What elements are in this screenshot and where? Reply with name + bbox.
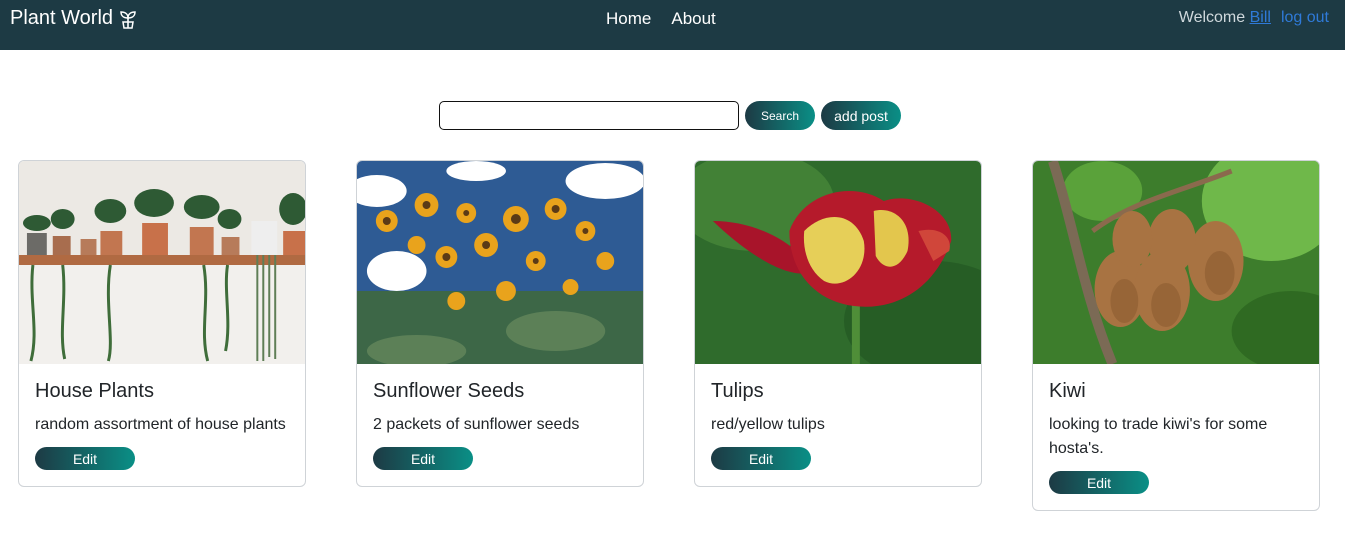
search-button[interactable]: Search xyxy=(745,101,815,130)
post-card-sunflower-seeds: Sunflower Seeds 2 packets of sunflower s… xyxy=(356,160,644,487)
post-card-kiwi: Kiwi looking to trade kiwi's for some ho… xyxy=(1032,160,1320,511)
card-text: 2 packets of sunflower seeds xyxy=(373,416,580,433)
post-card-house-plants: House Plants random assortment of house … xyxy=(18,160,306,487)
post-card-tulips: Tulips red/yellow tulips Edit xyxy=(694,160,982,487)
brand[interactable]: Plant World xyxy=(10,7,137,30)
nav-links: Home About xyxy=(606,9,716,29)
edit-button[interactable]: Edit xyxy=(373,447,473,470)
card-body: Sunflower Seeds 2 packets of sunflower s… xyxy=(357,364,643,486)
kiwi-image xyxy=(1033,161,1319,364)
house-plants-image xyxy=(19,161,305,364)
card-text: random assortment of house plants xyxy=(35,416,286,433)
sunflowers-image xyxy=(357,161,643,364)
card-title: House Plants xyxy=(35,380,154,402)
edit-button[interactable]: Edit xyxy=(35,447,135,470)
welcome-text: Welcome Bill xyxy=(1179,9,1271,27)
card-text: red/yellow tulips xyxy=(711,416,825,433)
card-text: looking to trade kiwi's for some hosta's… xyxy=(1049,416,1268,457)
search-input[interactable] xyxy=(439,101,739,130)
edit-button[interactable]: Edit xyxy=(1049,471,1149,494)
search-bar: Search add post xyxy=(439,101,901,130)
navbar: Plant World Home About Welcome Bill log … xyxy=(0,0,1345,50)
logout-link[interactable]: log out xyxy=(1281,9,1329,27)
card-body: Kiwi looking to trade kiwi's for some ho… xyxy=(1033,364,1319,510)
nav-home-link[interactable]: Home xyxy=(606,9,651,29)
nav-about-link[interactable]: About xyxy=(671,9,715,29)
brand-name: Plant World xyxy=(10,7,114,29)
card-title: Kiwi xyxy=(1049,380,1086,402)
card-title: Sunflower Seeds xyxy=(373,380,525,402)
user-area: Welcome Bill log out xyxy=(1179,9,1329,27)
user-link[interactable]: Bill xyxy=(1250,9,1271,26)
add-post-button[interactable]: add post xyxy=(821,101,901,130)
card-body: House Plants random assortment of house … xyxy=(19,364,305,486)
tulip-image xyxy=(695,161,981,364)
sprout-icon xyxy=(120,10,136,29)
edit-button[interactable]: Edit xyxy=(711,447,811,470)
card-title: Tulips xyxy=(711,380,764,402)
welcome-label: Welcome xyxy=(1178,9,1246,26)
card-body: Tulips red/yellow tulips Edit xyxy=(695,364,981,486)
